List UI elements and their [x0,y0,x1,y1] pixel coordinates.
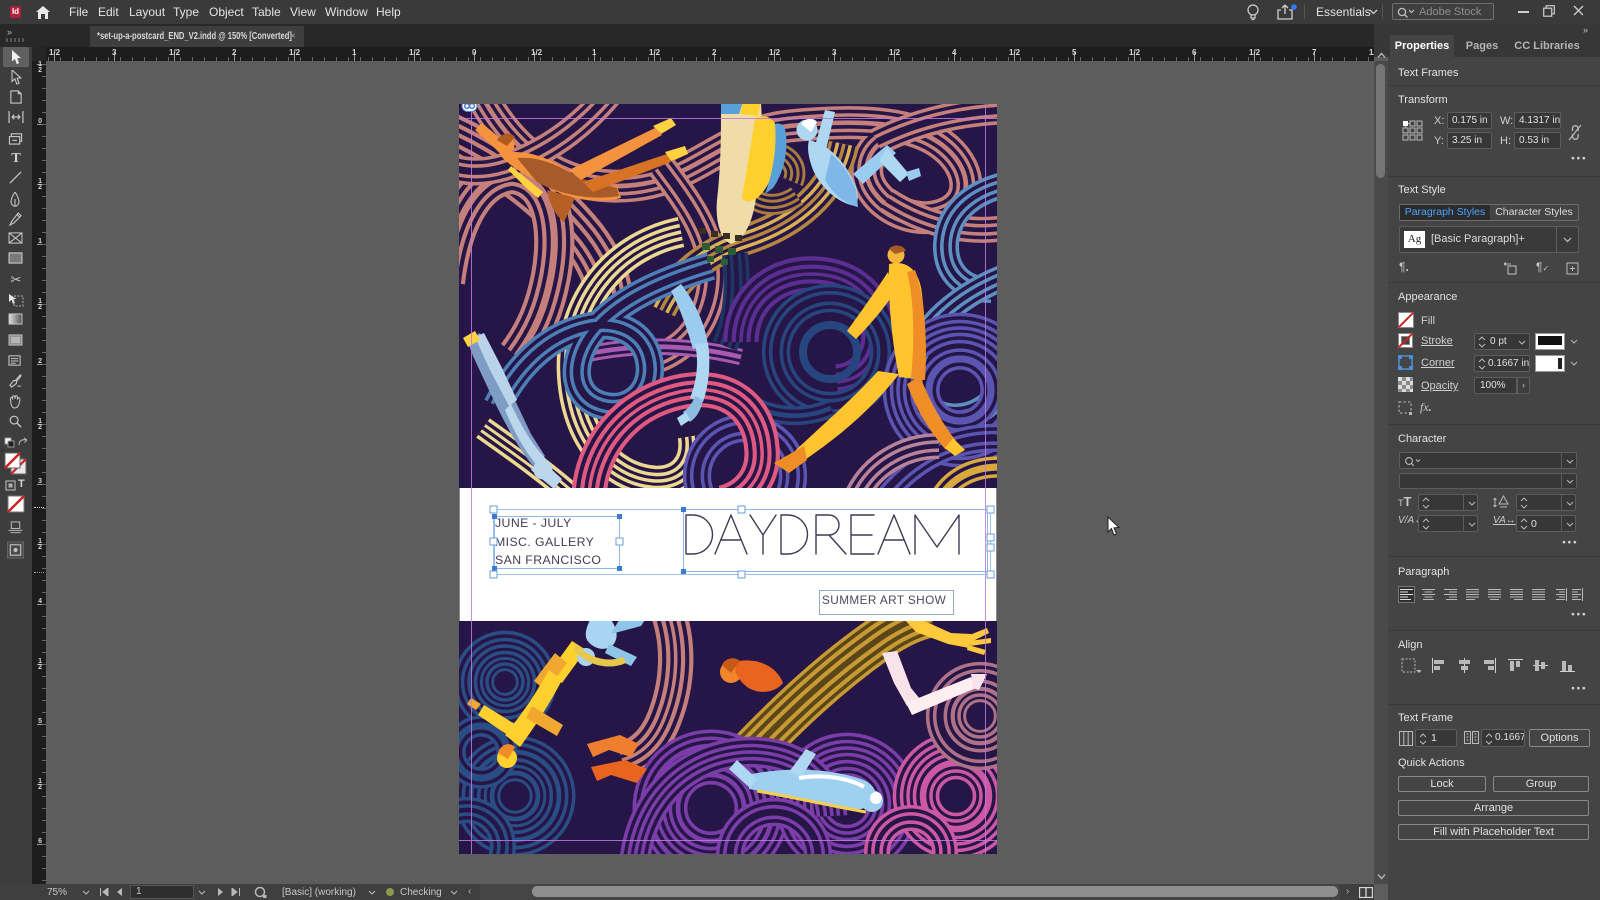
svg-text:SAN FRANCISCO: SAN FRANCISCO [495,553,601,567]
svg-text:JUNE - JULY: JUNE - JULY [495,516,572,530]
svg-text:SUMMER ART SHOW: SUMMER ART SHOW [822,593,947,607]
svg-text:MISC. GALLERY: MISC. GALLERY [495,535,594,549]
